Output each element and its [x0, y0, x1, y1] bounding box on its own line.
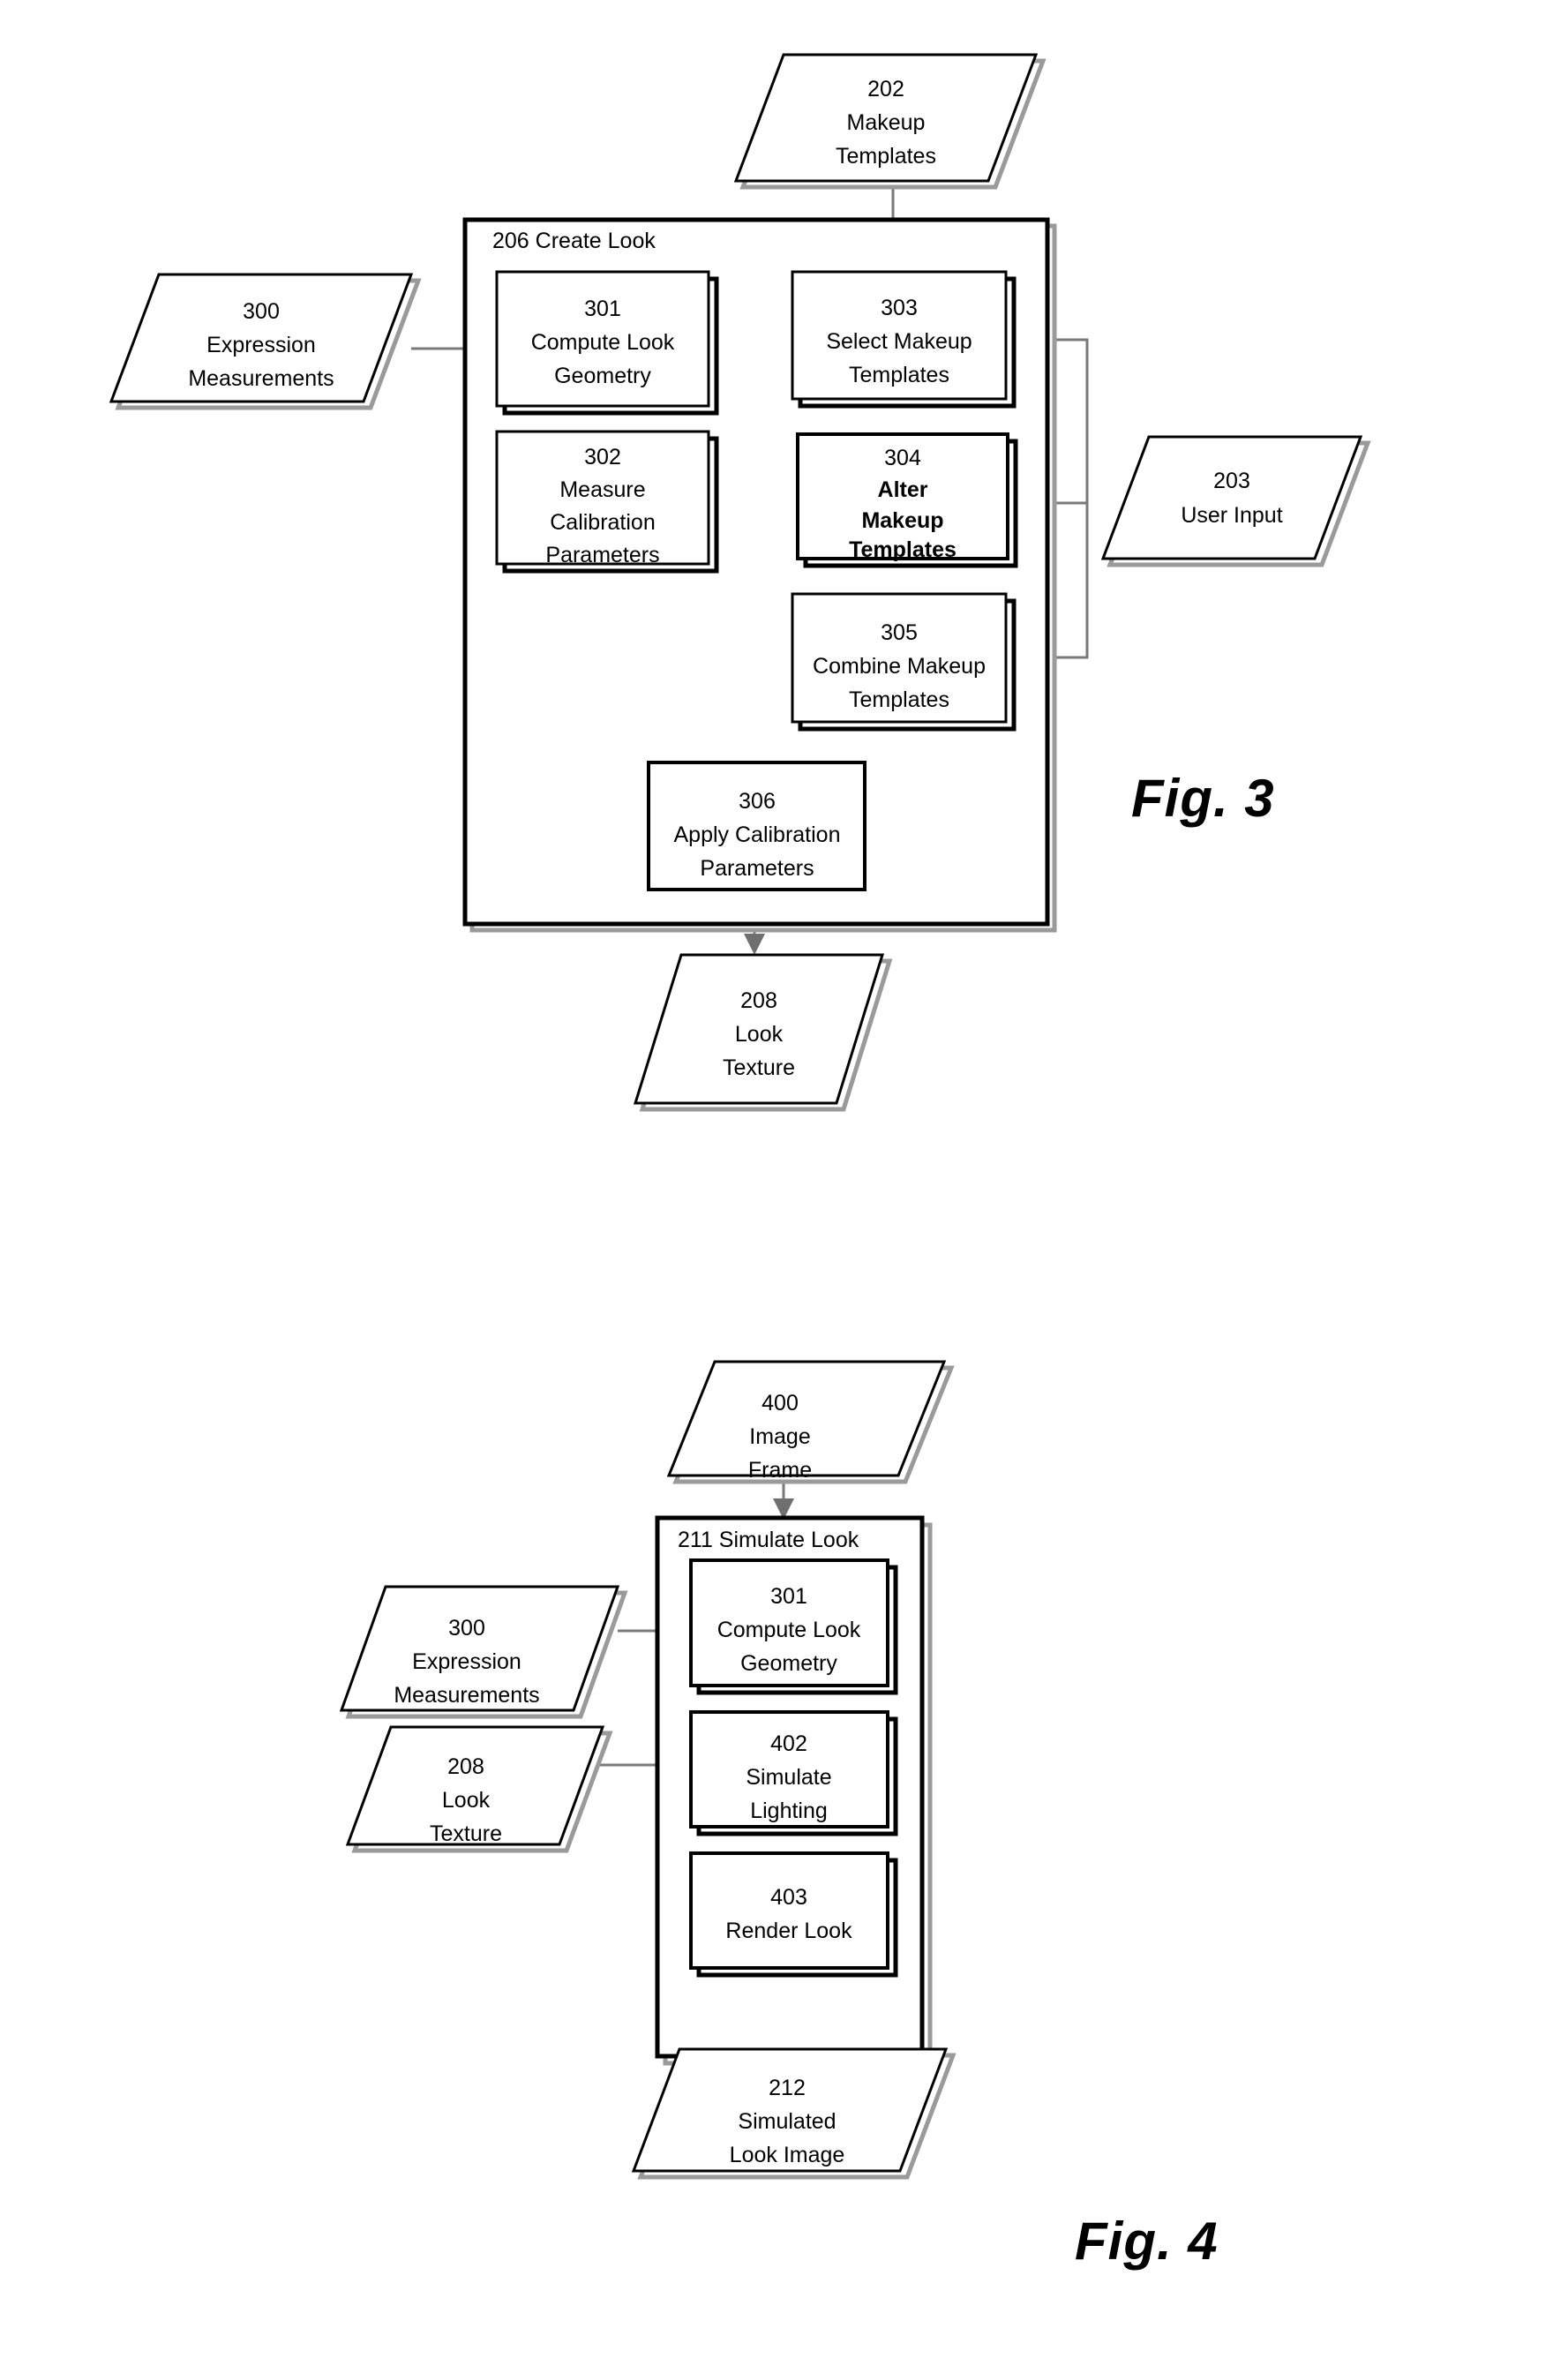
node-402-simulate-lighting: 402 Simulate Lighting [689, 1710, 898, 1836]
node-400-line2: Frame [748, 1458, 812, 1483]
node-301-line1: Compute Look [531, 330, 675, 355]
node-306-line1: Apply Calibration [674, 822, 841, 847]
node-402-line2: Lighting [750, 1799, 828, 1823]
node-202-line2: Templates [836, 144, 936, 169]
node-300-line2: Measurements [188, 366, 334, 391]
node-303-number: 303 [881, 296, 918, 320]
node-301-compute-look-geometry: 301 Compute Look Geometry [495, 270, 719, 416]
node-208-look-texture: 208 Look Texture [633, 953, 893, 1112]
node-202-makeup-templates: 202 Makeup Templates [733, 53, 1047, 190]
node-212-line1: Simulated [738, 2109, 836, 2134]
node-208-number: 208 [740, 988, 777, 1013]
container-211-title: 211 Simulate Look [678, 1528, 859, 1552]
patent-figure-sheet: 202 Makeup Templates 206 Create Look 301… [0, 0, 1568, 2358]
node-303-line2: Templates [849, 363, 949, 387]
node-301-number: 301 [584, 297, 621, 321]
node-208b-line2: Texture [430, 1821, 502, 1846]
node-202-line1: Makeup [847, 110, 926, 135]
node-304-line3: Templates [849, 537, 957, 562]
node-208b-line1: Look [442, 1788, 491, 1813]
node-203-outline [1100, 435, 1363, 560]
node-305-line2: Templates [849, 687, 949, 712]
node-400-line1: Image [749, 1424, 810, 1449]
diagram-canvas: 202 Makeup Templates 206 Create Look 301… [109, 53, 1371, 2180]
node-301b-line2: Geometry [740, 1651, 837, 1676]
node-403-number: 403 [770, 1885, 807, 1910]
node-208b-look-texture: 208 Look Texture [345, 1725, 613, 1853]
figure-4-label: Fig. 4 [1075, 2212, 1219, 2271]
node-300b-expression-measurements: 300 Expression Measurements [339, 1585, 628, 1719]
node-304-line1: Alter [878, 477, 928, 502]
node-300-number: 300 [243, 299, 280, 324]
node-304-alter-makeup-templates: 304 Alter Makeup Templates [796, 432, 1018, 568]
node-305-number: 305 [881, 620, 918, 645]
node-300-line1: Expression [206, 333, 316, 357]
node-300b-line1: Expression [412, 1649, 521, 1674]
node-403-outline [689, 1851, 889, 1970]
node-304-line2: Makeup [861, 508, 943, 533]
node-301b-compute-look-geometry: 301 Compute Look Geometry [689, 1558, 898, 1695]
node-402-number: 402 [770, 1731, 807, 1756]
node-301-line2: Geometry [554, 364, 651, 388]
node-208b-number: 208 [447, 1754, 484, 1779]
node-212-line2: Look Image [730, 2143, 845, 2167]
node-202-number: 202 [867, 77, 904, 101]
node-305-combine-makeup-templates: 305 Combine Makeup Templates [791, 592, 1017, 732]
node-403-line1: Render Look [725, 1919, 852, 1943]
node-302-line3: Parameters [545, 543, 659, 567]
node-300-expression-measurements: 300 Expression Measurements [109, 273, 422, 410]
node-302-measure-calibration-parameters: 302 Measure Calibration Parameters [495, 430, 719, 574]
node-301b-line1: Compute Look [717, 1618, 861, 1642]
node-300b-line2: Measurements [394, 1683, 539, 1708]
node-403-render-look: 403 Render Look [689, 1851, 898, 1978]
node-306-line2: Parameters [700, 856, 814, 881]
node-208-line2: Texture [723, 1055, 795, 1080]
figure-3-label: Fig. 3 [1131, 769, 1275, 828]
node-203-line1: User Input [1181, 503, 1282, 528]
node-303-select-makeup-templates: 303 Select Makeup Templates [791, 270, 1017, 409]
node-212-number: 212 [769, 2076, 806, 2100]
node-302-line2: Calibration [550, 510, 656, 535]
node-301b-number: 301 [770, 1584, 807, 1609]
node-300b-number: 300 [448, 1616, 485, 1641]
node-212-simulated-look-image: 212 Simulated Look Image [631, 2047, 957, 2180]
node-306-number: 306 [739, 789, 776, 814]
node-400-image-frame: 400 Image Frame [666, 1360, 955, 1484]
container-206-title: 206 Create Look [492, 229, 656, 253]
node-402-line1: Simulate [746, 1765, 831, 1790]
node-203-number: 203 [1213, 469, 1250, 493]
node-305-line1: Combine Makeup [813, 654, 986, 679]
node-400-number: 400 [761, 1391, 799, 1416]
node-304-number: 304 [884, 446, 921, 470]
node-203-user-input: 203 User Input [1100, 435, 1371, 567]
node-302-number: 302 [584, 445, 621, 469]
node-208-line1: Look [735, 1022, 784, 1047]
node-302-line1: Measure [559, 477, 645, 502]
node-306-apply-calibration-parameters: 306 Apply Calibration Parameters [647, 761, 867, 891]
node-303-line1: Select Makeup [826, 329, 972, 354]
